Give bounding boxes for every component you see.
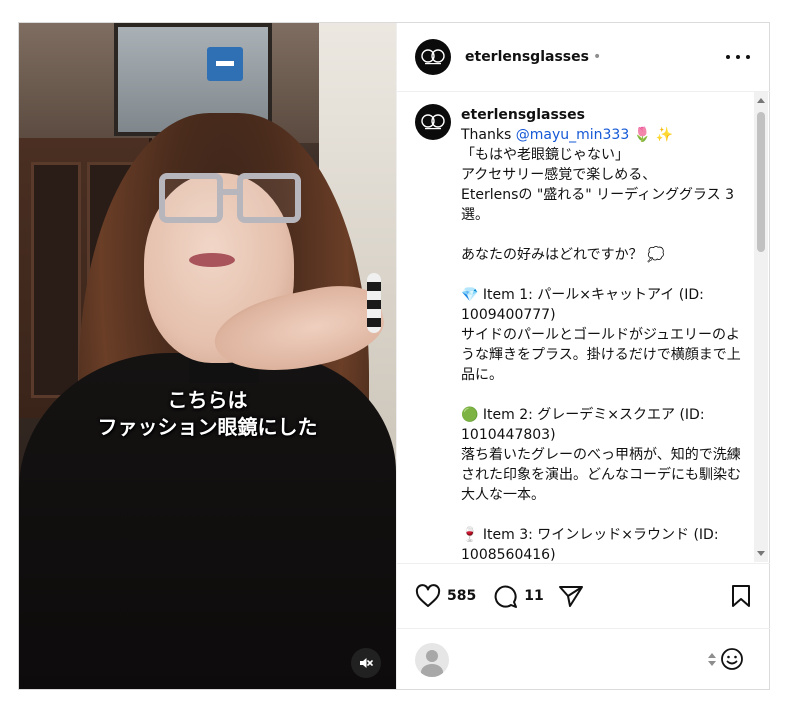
more-options-icon: [746, 55, 750, 59]
glasses-lens: [237, 173, 301, 223]
comments-scroll-area[interactable]: eterlensglasses Thanks @mayu_min333 🌷 ✨ 「…: [397, 92, 770, 562]
caption-mention-link[interactable]: @mayu_min333: [516, 127, 630, 143]
instagram-post: こちらは ファッション眼鏡にした eterlensglasses • eterl…: [18, 22, 770, 690]
glasses: [159, 173, 309, 233]
post-actions-bar: 585 11: [397, 563, 770, 628]
glasses-lens: [159, 173, 223, 223]
eterlens-logo-icon: [421, 49, 445, 65]
heart-icon: [415, 584, 441, 607]
comment-button[interactable]: 11: [492, 583, 544, 609]
post-header: eterlensglasses •: [397, 23, 770, 92]
resize-arrows-icon[interactable]: [708, 652, 716, 666]
caption-username[interactable]: eterlensglasses: [461, 105, 751, 125]
emoji-controls: [708, 647, 744, 671]
post-caption: eterlensglasses Thanks @mayu_min333 🌷 ✨ 「…: [461, 105, 751, 562]
share-button[interactable]: [558, 584, 584, 608]
save-button[interactable]: [730, 584, 752, 612]
video-caption-line-1: こちらは: [167, 388, 248, 412]
post-media-video[interactable]: こちらは ファッション眼鏡にした: [19, 23, 396, 689]
like-button[interactable]: 585: [415, 584, 476, 608]
caption-text: 「もはや老眼鏡じゃない」 アクセサリー感覚で楽しめる、 Eterlensの "盛…: [461, 147, 741, 562]
more-options-button[interactable]: [726, 47, 750, 67]
smiley-icon[interactable]: [720, 647, 744, 671]
more-options-icon: [726, 55, 730, 59]
header-separator: •: [592, 49, 602, 65]
more-options-icon: [736, 55, 740, 59]
comments-scrollbar[interactable]: [754, 92, 768, 562]
send-icon: [558, 586, 583, 607]
arrow-up-icon: [708, 652, 716, 658]
scroll-down-arrow-icon[interactable]: [757, 551, 765, 556]
avatar-body: [421, 663, 443, 677]
model-lips: [189, 253, 235, 267]
scroll-thumb[interactable]: [757, 112, 765, 252]
background-arrow-sign: [207, 47, 243, 81]
comment-count[interactable]: 11: [524, 588, 543, 604]
avatar-head: [426, 649, 438, 662]
account-avatar[interactable]: [415, 39, 451, 75]
comment-bubble-icon: [494, 585, 518, 608]
eterlens-logo-icon: [421, 114, 445, 130]
post-side-panel: eterlensglasses • eterlensglasses Thanks …: [396, 23, 770, 689]
caption-thanks: Thanks: [461, 127, 516, 143]
user-avatar-icon[interactable]: [415, 642, 449, 677]
header-username[interactable]: eterlensglasses: [465, 49, 589, 65]
speaker-muted-icon: [360, 658, 373, 668]
add-comment-bar: [397, 628, 770, 690]
cabinet-pane: [31, 162, 81, 398]
mute-button[interactable]: [351, 648, 381, 678]
model-bracelet: [367, 273, 381, 333]
caption-author-avatar[interactable]: [415, 104, 451, 140]
caption-emoji: 🌷 ✨: [629, 127, 673, 143]
arrow-down-icon: [708, 660, 716, 666]
scroll-up-arrow-icon[interactable]: [757, 98, 765, 103]
video-caption-line-2: ファッション眼鏡にした: [97, 415, 318, 439]
bookmark-icon: [732, 585, 750, 607]
like-count[interactable]: 585: [447, 588, 476, 604]
